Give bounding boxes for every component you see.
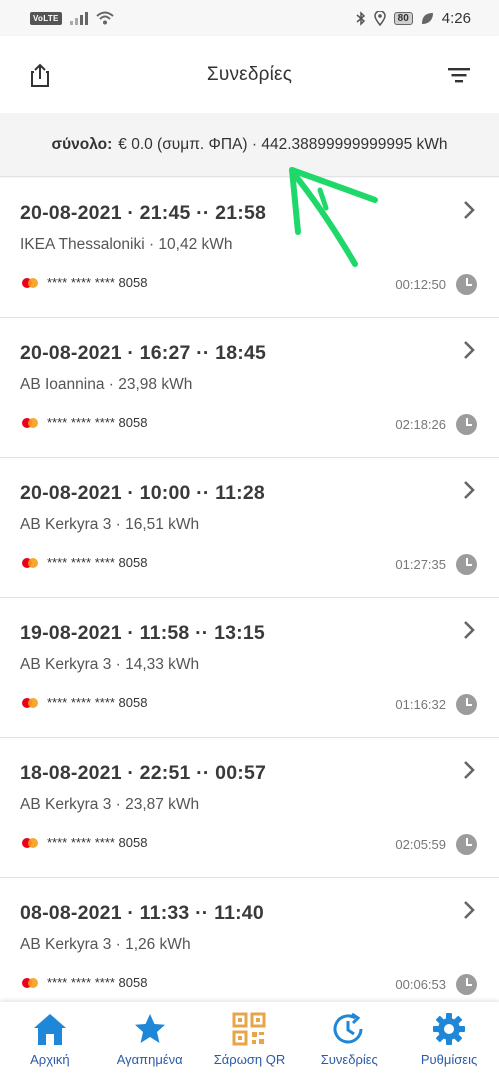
duration-value: 00:06:53 [395, 977, 446, 992]
clock-icon [456, 554, 477, 575]
clock-icon [456, 694, 477, 715]
share-button[interactable] [25, 60, 55, 90]
clock-icon [456, 274, 477, 295]
nav-label: Αγαπημένα [116, 1052, 183, 1067]
star-icon [134, 1014, 165, 1043]
session-location: AB Kerkyra 3 · 23,87 kWh [20, 796, 200, 813]
card-number: **** **** **** 8058 [47, 275, 148, 290]
clock-icon [456, 414, 477, 435]
summary-value: € 0.0 (συμπ. ΦΠΑ) · 442.38899999999995 k… [118, 135, 448, 153]
location-icon [373, 10, 386, 26]
session-row[interactable]: 18-08-2021 · 22:51 ·· 00:57 AB Kerkyra 3… [0, 738, 499, 878]
settings-icon [433, 1013, 466, 1045]
duration-value: 01:27:35 [395, 557, 446, 572]
nav-label: Συνεδρίες [320, 1052, 378, 1067]
chevron-right-icon [464, 901, 475, 919]
session-duration: 01:27:35 [395, 554, 477, 575]
session-datetime: 08-08-2021 · 11:33 ·· 11:40 [20, 902, 264, 924]
signal-icon [69, 11, 88, 25]
payment-card: **** **** **** 8058 [22, 275, 147, 290]
qr-code-icon [232, 1012, 266, 1046]
share-icon [31, 63, 49, 87]
clock-time: 4:26 [441, 9, 471, 27]
session-duration: 02:18:26 [395, 414, 477, 435]
nav-scan-qr[interactable]: Σάρωση QR [200, 1002, 300, 1080]
status-bar: VoLTE 80 4:26 [0, 0, 499, 36]
session-row[interactable]: 20-08-2021 · 21:45 ·· 21:58 IKEA Thessal… [0, 178, 499, 318]
volte-badge: VoLTE [30, 11, 62, 25]
session-location: AB Kerkyra 3 · 16,51 kWh [20, 516, 200, 533]
session-duration: 01:16:32 [395, 694, 477, 715]
nav-label: Αρχική [30, 1052, 70, 1067]
leaf-icon [421, 12, 433, 24]
payment-card: **** **** **** 8058 [22, 695, 147, 710]
session-row[interactable]: 20-08-2021 · 10:00 ·· 11:28 AB Kerkyra 3… [0, 458, 499, 598]
filter-button[interactable] [444, 60, 474, 90]
session-duration: 02:05:59 [395, 834, 477, 855]
annotation-arrow [289, 167, 378, 267]
duration-value: 02:05:59 [395, 837, 446, 852]
totals-summary: σύνολο: € 0.0 (συμπ. ΦΠΑ) · 442.38899999… [0, 113, 499, 177]
session-duration: 00:06:53 [395, 974, 477, 995]
wifi-icon [95, 11, 114, 25]
mastercard-icon [22, 697, 38, 708]
mastercard-icon [22, 417, 38, 428]
mastercard-icon [22, 277, 38, 288]
filter-icon [448, 68, 470, 83]
session-row[interactable]: 08-08-2021 · 11:33 ·· 11:40 AB Kerkyra 3… [0, 878, 499, 1018]
payment-card: **** **** **** 8058 [22, 415, 147, 430]
payment-card: **** **** **** 8058 [22, 555, 147, 570]
history-icon [333, 1012, 363, 1044]
nav-settings[interactable]: Ρυθμίσεις [399, 1002, 499, 1080]
card-number: **** **** **** 8058 [47, 415, 148, 430]
session-datetime: 20-08-2021 · 21:45 ·· 21:58 [20, 202, 267, 224]
chevron-right-icon [464, 481, 475, 499]
nav-home[interactable]: Αρχική [0, 1002, 100, 1080]
page-title: Συνεδρίες [206, 63, 293, 85]
nav-label: Σάρωση QR [213, 1052, 286, 1067]
payment-card: **** **** **** 8058 [22, 835, 147, 850]
session-location: AB Kerkyra 3 · 1,26 kWh [20, 936, 191, 953]
bluetooth-icon [356, 10, 365, 26]
session-duration: 00:12:50 [395, 274, 477, 295]
session-datetime: 19-08-2021 · 11:58 ·· 13:15 [20, 622, 265, 644]
duration-value: 00:12:50 [395, 277, 446, 292]
clock-icon [456, 834, 477, 855]
session-row[interactable]: 19-08-2021 · 11:58 ·· 13:15 AB Kerkyra 3… [0, 598, 499, 738]
duration-value: 02:18:26 [395, 417, 446, 432]
session-location: IKEA Thessaloniki · 10,42 kWh [20, 236, 233, 253]
battery-icon: 80 [393, 11, 413, 25]
chevron-right-icon [464, 761, 475, 779]
session-location: AB Kerkyra 3 · 14,33 kWh [20, 656, 200, 673]
card-number: **** **** **** 8058 [47, 695, 148, 710]
card-number: **** **** **** 8058 [47, 835, 148, 850]
payment-card: **** **** **** 8058 [22, 975, 147, 990]
home-icon [33, 1014, 66, 1045]
chevron-right-icon [464, 621, 475, 639]
mastercard-icon [22, 837, 38, 848]
card-number: **** **** **** 8058 [47, 975, 148, 990]
session-location: AB Ioannina · 23,98 kWh [20, 376, 193, 393]
mastercard-icon [22, 977, 38, 988]
clock-icon [456, 974, 477, 995]
session-datetime: 18-08-2021 · 22:51 ·· 00:57 [20, 762, 267, 784]
nav-label: Ρυθμίσεις [420, 1052, 478, 1067]
chevron-right-icon [464, 341, 475, 359]
app-header: Συνεδρίες [0, 36, 499, 113]
session-list: 20-08-2021 · 21:45 ·· 21:58 IKEA Thessal… [0, 178, 499, 1018]
session-row[interactable]: 20-08-2021 · 16:27 ·· 18:45 AB Ioannina … [0, 318, 499, 458]
bottom-navigation: Αρχική Αγαπημένα Σάρωση QR Συνεδρίες Ρυθ… [0, 1002, 499, 1080]
mastercard-icon [22, 557, 38, 568]
nav-sessions[interactable]: Συνεδρίες [299, 1002, 399, 1080]
duration-value: 01:16:32 [395, 697, 446, 712]
nav-favorites[interactable]: Αγαπημένα [100, 1002, 200, 1080]
summary-label: σύνολο: [51, 135, 113, 153]
session-datetime: 20-08-2021 · 10:00 ·· 11:28 [20, 482, 265, 504]
session-datetime: 20-08-2021 · 16:27 ·· 18:45 [20, 342, 267, 364]
chevron-right-icon [464, 201, 475, 219]
card-number: **** **** **** 8058 [47, 555, 148, 570]
